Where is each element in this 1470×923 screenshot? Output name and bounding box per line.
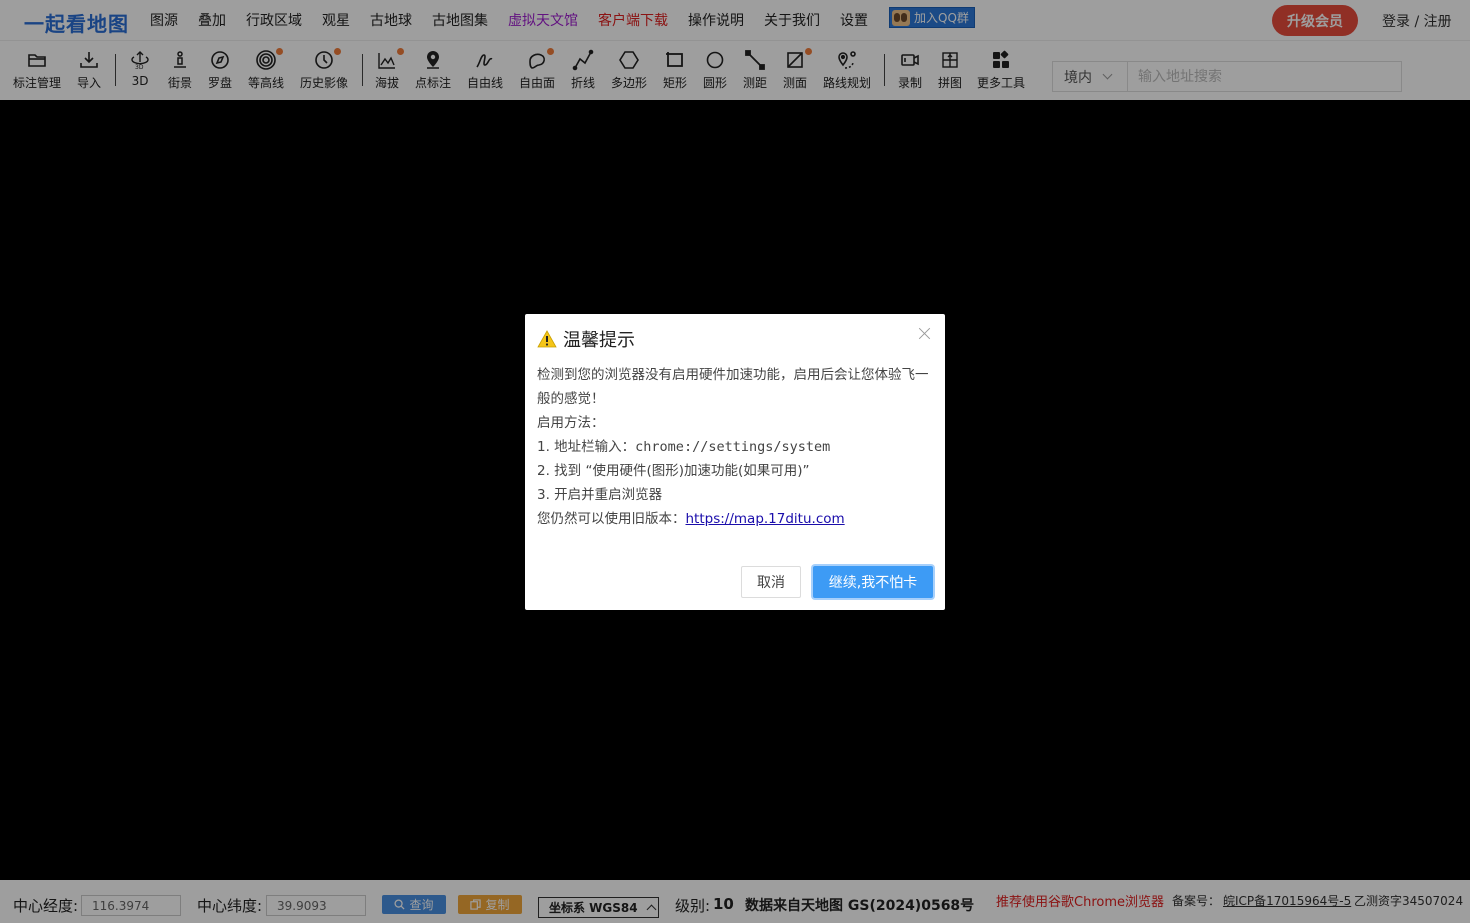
dialog-method-heading: 启用方法： bbox=[537, 415, 605, 431]
dialog-step-3: 3. 开启并重启浏览器 bbox=[537, 487, 663, 503]
dialog-message: 检测到您的浏览器没有启用硬件加速功能，启用后会让您体验飞一般的感觉！ bbox=[537, 367, 929, 407]
dialog-step-2: 2. 找到 “使用硬件(图形)加速功能(如果可用)” bbox=[537, 463, 810, 479]
dialog-body: 检测到您的浏览器没有启用硬件加速功能，启用后会让您体验飞一般的感觉！ 启用方法：… bbox=[537, 363, 933, 531]
step-1-text: 1. 地址栏输入： bbox=[537, 439, 636, 455]
dialog-title: 温馨提示 bbox=[537, 326, 635, 352]
legacy-version-link[interactable]: https://map.17ditu.com bbox=[686, 511, 845, 527]
step-1-code: chrome://settings/system bbox=[635, 439, 831, 455]
cancel-button[interactable]: 取消 bbox=[741, 566, 801, 598]
legacy-version-text: 您仍然可以使用旧版本： bbox=[537, 511, 686, 527]
continue-button[interactable]: 继续,我不怕卡 bbox=[813, 566, 933, 598]
dialog-title-text: 温馨提示 bbox=[563, 330, 635, 351]
close-icon[interactable] bbox=[919, 327, 931, 339]
warning-icon bbox=[537, 330, 557, 348]
dialog-legacy-version: 您仍然可以使用旧版本：https://map.17ditu.com bbox=[537, 507, 933, 531]
hardware-acceleration-dialog: 温馨提示 检测到您的浏览器没有启用硬件加速功能，启用后会让您体验飞一般的感觉！ … bbox=[525, 314, 945, 610]
dialog-step-1: 1. 地址栏输入：chrome://settings/system bbox=[537, 435, 933, 459]
